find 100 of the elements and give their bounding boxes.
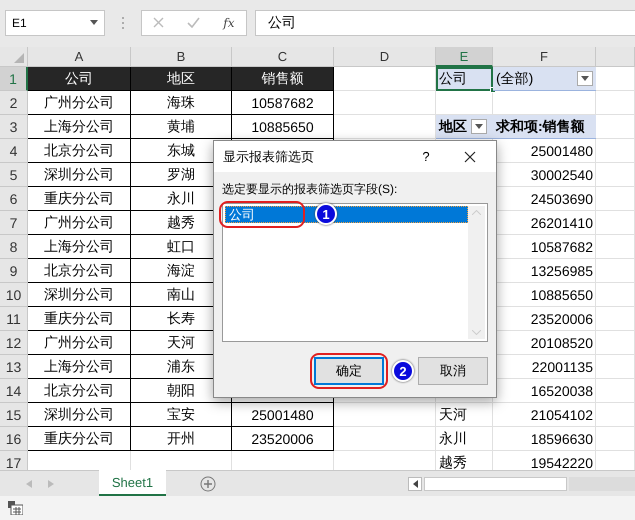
grid-cell	[596, 67, 635, 91]
table-cell: 10587682	[232, 91, 334, 115]
grid-cell	[596, 355, 635, 379]
row-labels-header: 地区	[439, 118, 467, 136]
check-icon[interactable]	[187, 17, 200, 28]
grid-cell	[596, 259, 635, 283]
scrollbar-thumb[interactable]	[424, 476, 567, 490]
table-cell: 25001480	[232, 403, 334, 427]
pivot-filter-label[interactable]: 公司	[436, 67, 493, 91]
ok-button[interactable]: 确定	[314, 357, 384, 385]
grid-cell	[596, 187, 635, 211]
name-box[interactable]: E1	[5, 10, 105, 36]
grid-cell	[596, 163, 635, 187]
scroll-down-icon[interactable]	[472, 330, 481, 335]
grid-cell	[596, 283, 635, 307]
caret-icon	[475, 124, 483, 129]
table-cell: 开州	[131, 427, 232, 451]
table-cell: 上海分公司	[28, 355, 131, 379]
pivot-row-label: 越秀	[436, 451, 493, 470]
table-cell: 深圳分公司	[28, 163, 131, 187]
step-number: 2	[392, 360, 414, 382]
previous-sheet-icon[interactable]	[26, 480, 32, 488]
help-button[interactable]: ?	[412, 149, 440, 164]
insert-function-button[interactable]: fx	[223, 16, 235, 30]
pivot-row-label: 永川	[436, 427, 493, 451]
table-cell: 北京分公司	[28, 259, 131, 283]
scroll-up-icon[interactable]	[472, 210, 481, 215]
table-cell: 广州分公司	[28, 211, 131, 235]
grid-cell	[596, 139, 635, 163]
table-cell: 10885650	[232, 115, 334, 139]
scroll-left-button[interactable]	[408, 476, 422, 490]
grid-cell	[596, 403, 635, 427]
pivot-filter-value[interactable]: (全部)	[493, 67, 596, 91]
row-header[interactable]: 16	[0, 427, 28, 451]
step-number: 1	[315, 203, 337, 225]
column-header[interactable]: E	[436, 47, 493, 67]
table-cell: 宝安	[131, 403, 232, 427]
values-header: 求和项:销售额	[493, 115, 596, 139]
row-header[interactable]: 4	[0, 139, 28, 163]
column-header-cell: 公司	[28, 67, 131, 91]
grid-cell	[596, 91, 635, 115]
row-header[interactable]: 14	[0, 379, 28, 403]
table-cell: 广州分公司	[28, 91, 131, 115]
sheet-tab[interactable]: Sheet1	[99, 470, 166, 496]
row-header[interactable]: 3	[0, 115, 28, 139]
filter-dropdown[interactable]	[471, 119, 487, 134]
table-cell: 23520006	[232, 427, 334, 451]
row-header[interactable]: 15	[0, 403, 28, 427]
column-header[interactable]: C	[232, 47, 334, 67]
grid-cell	[596, 379, 635, 403]
table-cell: 上海分公司	[28, 115, 131, 139]
row-header[interactable]: 10	[0, 283, 28, 307]
table-cell: 海珠	[131, 91, 232, 115]
row-header[interactable]: 2	[0, 91, 28, 115]
table-cell: 广州分公司	[28, 331, 131, 355]
row-header[interactable]: 6	[0, 187, 28, 211]
next-sheet-icon[interactable]	[48, 480, 54, 488]
column-header[interactable]: B	[131, 47, 232, 67]
select-all-icon[interactable]	[14, 53, 24, 63]
row-header[interactable]: 12	[0, 331, 28, 355]
table-cell: 上海分公司	[28, 235, 131, 259]
column-header-cell: 地区	[131, 67, 232, 91]
drag-handle-icon	[121, 16, 125, 30]
row-header[interactable]: 5	[0, 163, 28, 187]
table-cell: 北京分公司	[28, 379, 131, 403]
column-header[interactable]: A	[28, 47, 131, 67]
pivot-value: 16520038	[493, 379, 596, 403]
table-cell: 黄埔	[131, 115, 232, 139]
grid-cell	[596, 427, 635, 451]
column-header[interactable]: D	[334, 47, 436, 67]
column-header[interactable]: F	[493, 47, 596, 67]
close-icon	[464, 150, 476, 162]
row-header[interactable]: 8	[0, 235, 28, 259]
macro-record-icon[interactable]	[8, 501, 23, 515]
formula-field[interactable]: 公司	[255, 10, 635, 36]
pivot-value: 21054102	[493, 403, 596, 427]
grid-cell	[596, 235, 635, 259]
grid-cell	[596, 115, 635, 139]
row-header[interactable]: 17	[0, 451, 28, 470]
table-cell: 重庆分公司	[28, 307, 131, 331]
pivot-value: 18596630	[493, 427, 596, 451]
row-header[interactable]: 9	[0, 259, 28, 283]
table-cell: 重庆分公司	[28, 187, 131, 211]
grid-cell	[596, 211, 635, 235]
grid-cell	[596, 331, 635, 355]
row-header[interactable]: 1	[0, 67, 28, 91]
caret-icon	[581, 76, 589, 81]
row-header[interactable]: 11	[0, 307, 28, 331]
table-cell: 重庆分公司	[28, 427, 131, 451]
row-header[interactable]: 13	[0, 355, 28, 379]
cancel-button[interactable]: 取消	[418, 357, 488, 385]
row-header[interactable]: 7	[0, 211, 28, 235]
left-arrow-icon	[412, 480, 418, 488]
table-cell: 深圳分公司	[28, 403, 131, 427]
caret-icon	[90, 20, 98, 25]
table-cell: 深圳分公司	[28, 283, 131, 307]
filter-dropdown[interactable]	[577, 71, 593, 86]
cancel-icon[interactable]	[153, 17, 164, 28]
pivot-row-label: 天河	[436, 403, 493, 427]
add-sheet-icon[interactable]	[200, 476, 216, 492]
